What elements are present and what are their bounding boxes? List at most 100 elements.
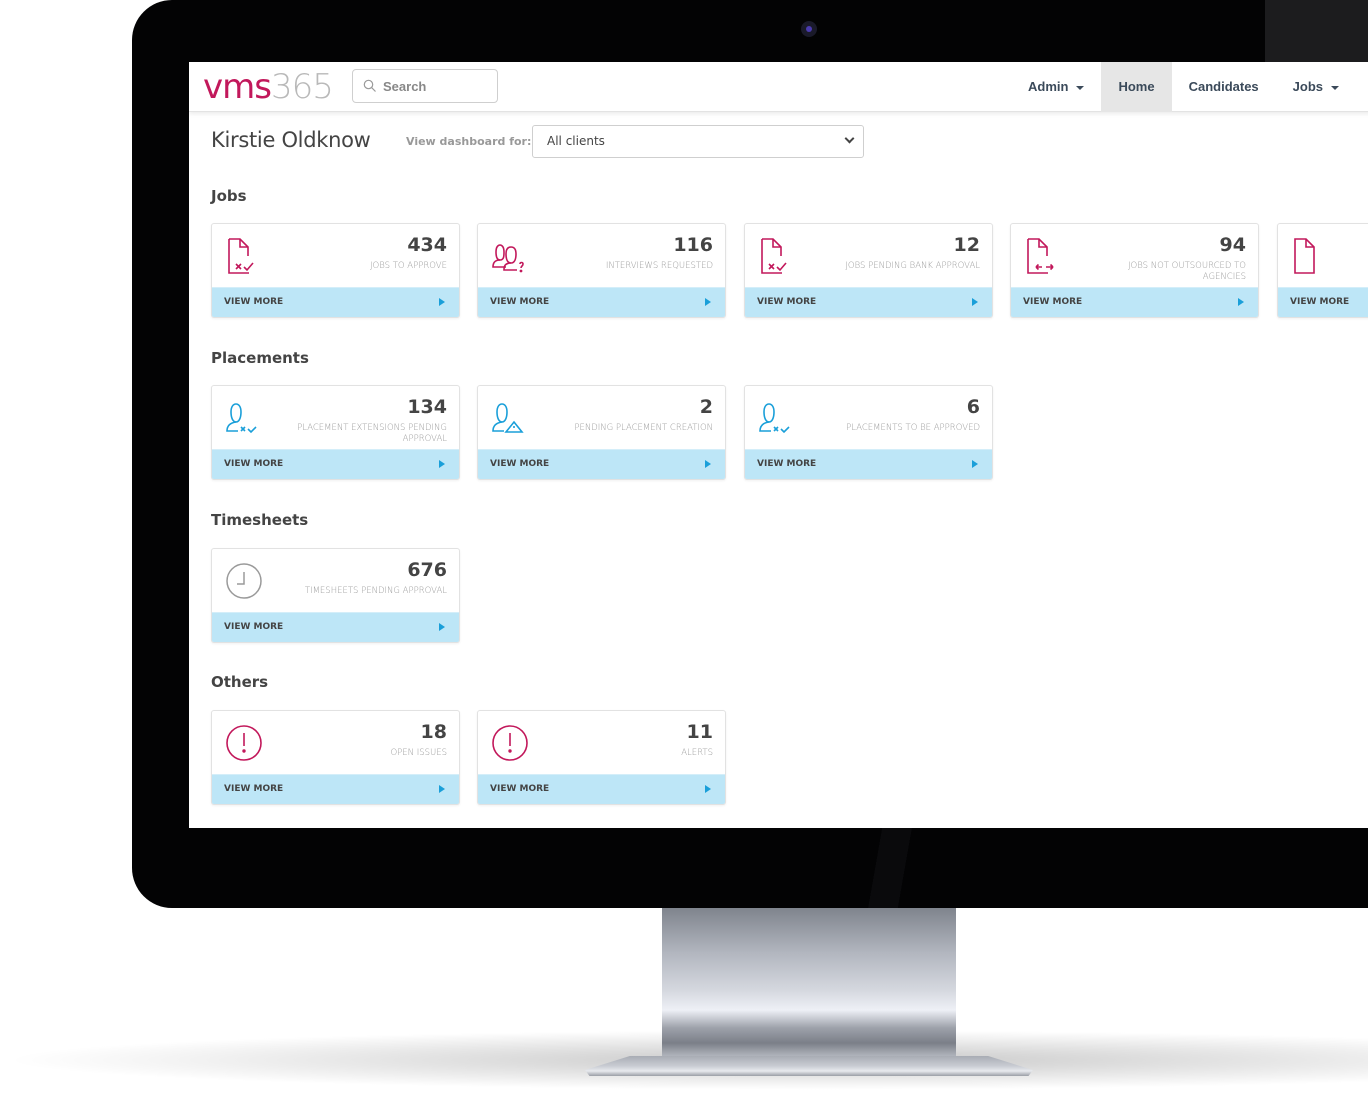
card-placement-extensions: 134 Placement extensions pending approva… (211, 385, 460, 480)
view-more-label: VIEW MORE (1023, 297, 1083, 307)
card-value: 18 (420, 721, 447, 743)
user-warning-icon (492, 403, 524, 433)
card-value: 134 (407, 396, 447, 418)
document-approve-icon (761, 238, 787, 274)
card-description: Placements to be approved (846, 423, 980, 433)
document-exchange-icon (1027, 238, 1054, 274)
bezel-glare (860, 828, 920, 908)
play-arrow-icon (1238, 298, 1244, 306)
card-placements-to-be-approved: 6 Placements to be approved VIEW MORE (744, 385, 993, 480)
card-description: Jobs not outsourced to agencies (1128, 261, 1246, 282)
view-more-button[interactable]: VIEW MORE (478, 774, 725, 804)
card-jobs-pending-bank-approval: 12 Jobs pending bank approval VIEW MORE (744, 223, 993, 318)
client-select[interactable]: All clients (532, 125, 864, 158)
view-more-button[interactable]: VIEW MORE (1011, 287, 1258, 317)
logo-text: vms (203, 67, 272, 107)
camera-icon (801, 21, 817, 37)
card-jobs-to-approve: 434 Jobs to approve VIEW MORE (211, 223, 460, 318)
view-more-button[interactable]: VIEW MORE (478, 287, 725, 317)
top-navbar: vms365 Admin Home Candidates (189, 62, 1368, 112)
monitor-stand-base (585, 1056, 1033, 1076)
play-arrow-icon (972, 298, 978, 306)
card-timesheets-pending: 676 Timesheets pending approval VIEW MOR… (211, 548, 460, 643)
bezel-glare (1265, 0, 1368, 62)
view-more-label: VIEW MORE (224, 459, 284, 469)
document-approve-icon (228, 238, 254, 274)
view-more-label: VIEW MORE (1290, 297, 1350, 307)
card-description: Jobs to approve (370, 261, 447, 271)
search-input[interactable] (383, 76, 491, 96)
play-arrow-icon (705, 298, 711, 306)
nav-jobs-label: Jobs (1292, 79, 1323, 94)
user-approve-icon (759, 403, 790, 434)
view-more-button[interactable]: VIEW MORE (212, 287, 459, 317)
view-more-label: VIEW MORE (757, 297, 817, 307)
card-pending-placement-creation: 2 Pending placement creation VIEW MORE (477, 385, 726, 480)
view-more-button[interactable]: VIEW MORE (212, 449, 459, 479)
card-value: 12 (953, 234, 980, 256)
view-more-button[interactable]: VIEW MORE (212, 774, 459, 804)
play-arrow-icon (439, 298, 445, 306)
search-box[interactable] (352, 69, 498, 103)
play-arrow-icon (439, 785, 445, 793)
card-alerts: 11 Alerts VIEW MORE (477, 710, 726, 805)
view-more-button[interactable]: VIEW MORE (212, 612, 459, 642)
card-value: 676 (407, 559, 447, 581)
user-approve-icon (226, 403, 257, 434)
card-description: Alerts (681, 748, 713, 758)
view-more-label: VIEW MORE (224, 622, 284, 632)
card-description: Pending placement creation (574, 423, 713, 433)
user-name: Kirstie Oldknow (211, 128, 371, 152)
logo-number: 365 (270, 67, 334, 107)
nav-home[interactable]: Home (1101, 62, 1172, 112)
caret-down-icon (1331, 85, 1339, 90)
card-description: Interviews requested (605, 261, 713, 271)
play-arrow-icon (439, 460, 445, 468)
nav-candidates[interactable]: Candidates (1172, 62, 1276, 112)
card-interviews-requested: 116 Interviews requested VIEW MORE (477, 223, 726, 318)
card-description: Placement extensions pending approval (297, 423, 447, 444)
card-description: Jobs pending bank approval (845, 261, 980, 271)
document-icon (1294, 238, 1315, 274)
play-arrow-icon (705, 785, 711, 793)
section-title-placements: Placements (211, 349, 309, 367)
nav-admin[interactable]: Admin (1011, 62, 1101, 112)
search-icon (363, 79, 376, 92)
card-value: 6 (966, 396, 980, 418)
nav-jobs[interactable]: Jobs (1276, 62, 1356, 112)
nav-admin-label: Admin (1028, 79, 1069, 94)
vms365-logo[interactable]: vms365 (203, 67, 334, 107)
card-value: 2 (699, 396, 713, 418)
nav-more[interactable]: P (1356, 62, 1368, 112)
nav-home-label: Home (1118, 79, 1155, 94)
view-more-label: VIEW MORE (224, 297, 284, 307)
view-more-label: VIEW MORE (224, 784, 284, 794)
card-description: Open issues (390, 748, 447, 758)
play-arrow-icon (439, 623, 445, 631)
view-more-button[interactable]: VIEW MORE (1278, 287, 1368, 317)
section-title-jobs: Jobs (211, 187, 247, 205)
card-value: 11 (686, 721, 713, 743)
card-jobs-not-outsourced: 94 Jobs not outsourced to agencies VIEW … (1010, 223, 1259, 318)
app-screen: vms365 Admin Home Candidates (189, 62, 1368, 828)
view-more-label: VIEW MORE (490, 297, 550, 307)
view-more-button[interactable]: VIEW MORE (478, 449, 725, 479)
client-select-value: All clients (547, 134, 605, 148)
clock-icon (226, 563, 262, 599)
play-arrow-icon (972, 460, 978, 468)
chevron-down-icon (844, 133, 855, 144)
card-value: 434 (407, 234, 447, 256)
section-title-timesheets: Timesheets (211, 511, 309, 529)
card-jobs-partial: VIEW MORE (1277, 223, 1368, 318)
view-dashboard-label: View dashboard for: (406, 135, 532, 148)
card-value: 94 (1219, 234, 1246, 256)
view-more-label: VIEW MORE (490, 784, 550, 794)
main-nav: Admin Home Candidates Jobs P (1011, 62, 1368, 112)
caret-down-icon (1076, 85, 1085, 90)
alert-circle-icon (226, 725, 262, 761)
nav-candidates-label: Candidates (1188, 79, 1259, 94)
card-open-issues: 18 Open issues VIEW MORE (211, 710, 460, 805)
monitor-mockup: vms365 Admin Home Candidates (0, 0, 1368, 1104)
view-more-button[interactable]: VIEW MORE (745, 449, 992, 479)
view-more-button[interactable]: VIEW MORE (745, 287, 992, 317)
